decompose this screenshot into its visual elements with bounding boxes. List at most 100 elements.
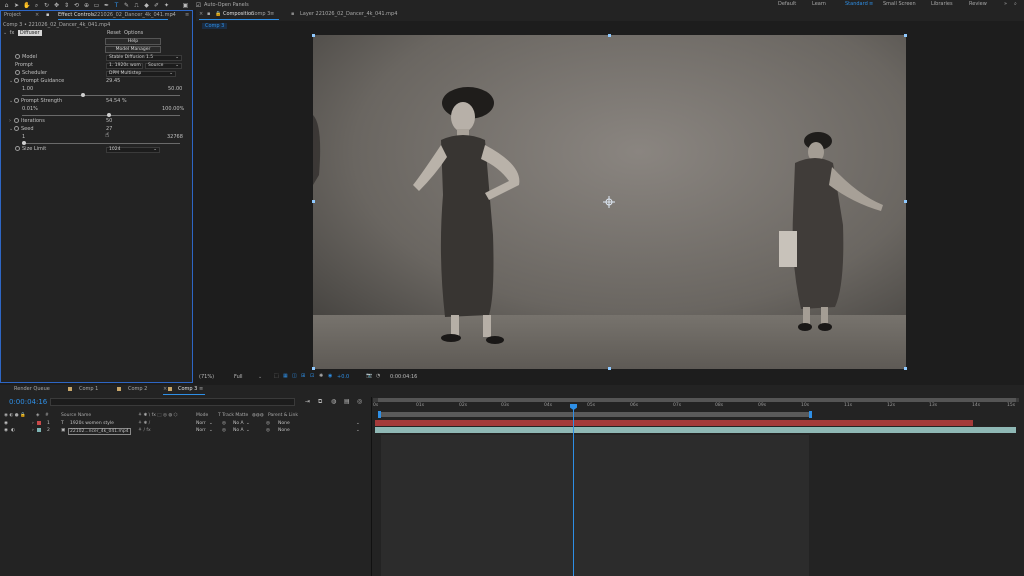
selection-tool-icon[interactable]: ➤ <box>13 2 20 9</box>
viewer-timecode[interactable]: 0:00:04:16 <box>390 374 417 380</box>
transform-handle[interactable] <box>312 34 315 37</box>
zoom-tool-icon[interactable]: ⌕ <box>33 2 40 9</box>
motion-blur-icon[interactable]: ◎ <box>357 398 362 405</box>
seed-slider-track[interactable] <box>22 143 180 144</box>
dolly-tool-icon[interactable]: ⇕ <box>63 2 70 9</box>
panel-menu-icon[interactable]: ▪ <box>46 11 49 20</box>
chevron-down-icon[interactable]: ⌄ <box>209 427 213 434</box>
transform-handle[interactable] <box>904 34 907 37</box>
options-link[interactable]: Options <box>124 30 143 37</box>
close-tab-icon[interactable]: × <box>163 385 167 394</box>
source-name-header[interactable]: Source Name <box>61 412 91 419</box>
timeline-search-input[interactable] <box>50 398 295 406</box>
pen-tool-icon[interactable]: ✒ <box>103 2 110 9</box>
transform-handle[interactable] <box>608 367 611 370</box>
fx-icon[interactable]: fx <box>10 30 15 36</box>
prompt-dropdown[interactable]: 1. 1920s wom <box>106 63 143 69</box>
twirl-icon[interactable]: › <box>32 420 34 427</box>
close-tab-icon[interactable]: × <box>35 11 39 20</box>
model-stopwatch-icon[interactable] <box>15 54 20 59</box>
playhead-line[interactable] <box>573 405 574 576</box>
strength-slider-track[interactable] <box>22 115 180 116</box>
chevron-down-icon[interactable]: ⌄ <box>209 420 213 427</box>
comp-subtab[interactable]: Comp 3 <box>202 23 228 29</box>
work-area-start-handle[interactable] <box>378 411 381 418</box>
table-row[interactable]: ◉ › 1 T 1920s women style ⚘ ✱ / Norr ⌄ ◎… <box>0 420 370 427</box>
puppet-tool-icon[interactable]: ✦ <box>163 2 170 9</box>
text-layer-duration-bar[interactable] <box>375 420 973 426</box>
comp-mini-flowchart-icon[interactable]: ⇥ <box>305 398 310 405</box>
region-of-interest-icon[interactable]: ⬚ <box>274 373 279 379</box>
parent-link-header[interactable]: Parent & Link <box>268 412 298 419</box>
model-dropdown[interactable]: Stable Diffusion 1.5 ⌄ <box>106 55 182 61</box>
grid-icon[interactable]: ⊞ <box>301 373 305 379</box>
model-manager-button[interactable]: Model Manager <box>105 46 161 53</box>
auto-open-checkbox[interactable]: ☑ <box>195 2 202 9</box>
workspace-default[interactable]: Default <box>778 1 796 7</box>
resolution-dropdown[interactable]: Full <box>234 374 243 380</box>
timeline-timecode[interactable]: 0:00:04:16 <box>9 398 47 406</box>
channel-icon[interactable]: ⊡ <box>310 373 314 379</box>
layer-parent-dropdown[interactable]: None <box>278 420 290 427</box>
iterations-stopwatch-icon[interactable] <box>14 118 19 123</box>
time-navigator-range[interactable] <box>378 398 1016 402</box>
reset-link[interactable]: Reset <box>107 30 121 37</box>
layer-mode-dropdown[interactable]: Norr <box>196 420 206 427</box>
workspace-learn[interactable]: Learn <box>812 1 826 7</box>
mask-visibility-icon[interactable]: ◫ <box>292 373 297 379</box>
scheduler-dropdown[interactable]: DPM Multistep ⌄ <box>106 71 176 77</box>
seed-slider-knob[interactable] <box>22 141 26 145</box>
show-snapshot-icon[interactable]: ◔ <box>376 373 380 379</box>
transform-handle[interactable] <box>904 200 907 203</box>
brush-tool-icon[interactable]: ✎ <box>123 2 130 9</box>
orbit-tool-icon[interactable]: ↻ <box>43 2 50 9</box>
seed-stopwatch-icon[interactable] <box>14 126 19 131</box>
transform-handle[interactable] <box>312 367 315 370</box>
layer-color-label[interactable] <box>37 427 41 432</box>
composition-canvas[interactable] <box>313 35 906 369</box>
clone-stamp-tool-icon[interactable]: ⎍ <box>133 2 140 9</box>
twirl-icon[interactable]: › <box>32 427 34 434</box>
layer-switches-icon[interactable]: ⚘ ✱ / <box>138 420 150 427</box>
iterations-value[interactable]: 50 <box>106 118 112 125</box>
transparency-grid-icon[interactable]: ▦ <box>283 373 288 379</box>
tab-composition[interactable]: Composition <box>223 10 254 19</box>
size-limit-dropdown[interactable]: 1024 ⌄ <box>106 147 160 153</box>
chevron-down-icon[interactable]: ⌄ <box>356 427 360 434</box>
video-eye-icon[interactable]: ◉ <box>4 420 8 427</box>
pan-behind-tool-icon[interactable]: ⊕ <box>83 2 90 9</box>
search-help-icon[interactable]: ⌕ <box>1014 1 1017 7</box>
work-area-end-handle[interactable] <box>809 411 812 418</box>
guidance-slider-track[interactable] <box>22 95 180 96</box>
layer-matte-dropdown[interactable]: No A <box>233 427 244 434</box>
draft-3d-icon[interactable]: ⧉ <box>318 398 322 406</box>
layer-color-label[interactable] <box>37 420 41 425</box>
snapping-icon[interactable]: ▣ <box>182 2 189 9</box>
tab-comp-2[interactable]: Comp 2 <box>128 385 147 394</box>
layer-parent-dropdown[interactable]: None <box>278 427 290 434</box>
snapshot-icon[interactable]: 📷 <box>366 373 372 379</box>
panel-menu-icon[interactable]: ▪ <box>207 10 210 19</box>
pan-tool-icon[interactable]: ✥ <box>53 2 60 9</box>
close-tab-icon[interactable]: × <box>199 10 203 19</box>
guidance-value[interactable]: 29.45 <box>106 78 120 85</box>
roto-brush-tool-icon[interactable]: ✐ <box>153 2 160 9</box>
rotate-tool-icon[interactable]: ⟲ <box>73 2 80 9</box>
track-matte-header[interactable]: T Track Matte <box>218 412 248 419</box>
tab-comp-3[interactable]: Comp 3 <box>178 385 197 394</box>
eraser-tool-icon[interactable]: ◆ <box>143 2 150 9</box>
chevron-down-icon[interactable]: ⌄ <box>246 427 250 434</box>
transform-handle[interactable] <box>312 200 315 203</box>
matte-source-icon[interactable]: ◎ <box>222 420 226 427</box>
lock-icon[interactable]: 🔒 <box>215 10 221 19</box>
tab-render-queue[interactable]: Render Queue <box>14 385 50 394</box>
effect-collapse-icon[interactable]: ⌄ <box>3 30 8 37</box>
chevron-down-icon[interactable]: ⌄ <box>246 420 250 427</box>
prompt-source-dropdown[interactable]: Source ⌄ <box>145 63 182 69</box>
strength-value[interactable]: 54.54 % <box>106 98 127 105</box>
guidance-stopwatch-icon[interactable] <box>14 78 19 83</box>
layer-matte-dropdown[interactable]: No A <box>233 420 244 427</box>
workspace-menu-icon[interactable]: ≡ <box>869 1 873 7</box>
size-limit-stopwatch-icon[interactable] <box>15 146 20 151</box>
scheduler-stopwatch-icon[interactable] <box>15 70 20 75</box>
